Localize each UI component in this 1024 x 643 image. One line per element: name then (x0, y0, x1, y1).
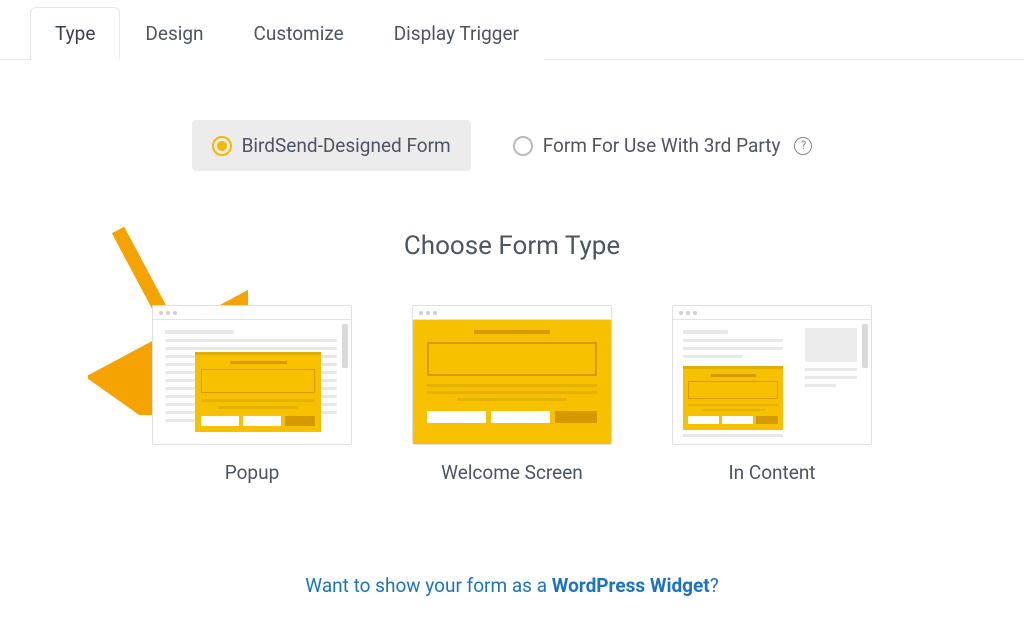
tab-customize[interactable]: Customize (229, 7, 369, 60)
form-type-in-content[interactable]: In Content (672, 305, 872, 484)
welcome-label: Welcome Screen (412, 461, 612, 484)
form-type-cards: Popup Welcome Screen (0, 305, 1024, 484)
tabs-bar: Type Design Customize Display Trigger (0, 0, 1024, 60)
form-type-welcome-screen[interactable]: Welcome Screen (412, 305, 612, 484)
radio-third-party-label: Form For Use With 3rd Party (543, 134, 781, 157)
tab-display-trigger[interactable]: Display Trigger (369, 7, 544, 60)
radio-third-party[interactable]: Form For Use With 3rd Party ? (493, 120, 833, 171)
content-area: BirdSend-Designed Form Form For Use With… (0, 60, 1024, 597)
radio-unselected-icon (513, 136, 533, 156)
footer-suffix: ? (710, 574, 719, 597)
footer-link-text: WordPress Widget (552, 574, 710, 597)
radio-selected-icon (212, 136, 232, 156)
tab-design[interactable]: Design (120, 7, 228, 60)
in-content-label: In Content (672, 461, 872, 484)
radio-birdsend-label: BirdSend-Designed Form (242, 134, 451, 157)
footer-prefix: Want to show your form as a (305, 574, 551, 597)
popup-preview (152, 305, 352, 445)
welcome-preview (412, 305, 612, 445)
popup-label: Popup (152, 461, 352, 484)
radio-birdsend-designed[interactable]: BirdSend-Designed Form (192, 120, 471, 171)
form-type-popup[interactable]: Popup (152, 305, 352, 484)
section-heading: Choose Form Type (0, 231, 1024, 261)
tab-type[interactable]: Type (30, 7, 120, 60)
help-icon[interactable]: ? (794, 137, 812, 155)
in-content-preview (672, 305, 872, 445)
wordpress-widget-link[interactable]: Want to show your form as a WordPress Wi… (0, 574, 1024, 597)
form-source-radio-group: BirdSend-Designed Form Form For Use With… (0, 120, 1024, 171)
